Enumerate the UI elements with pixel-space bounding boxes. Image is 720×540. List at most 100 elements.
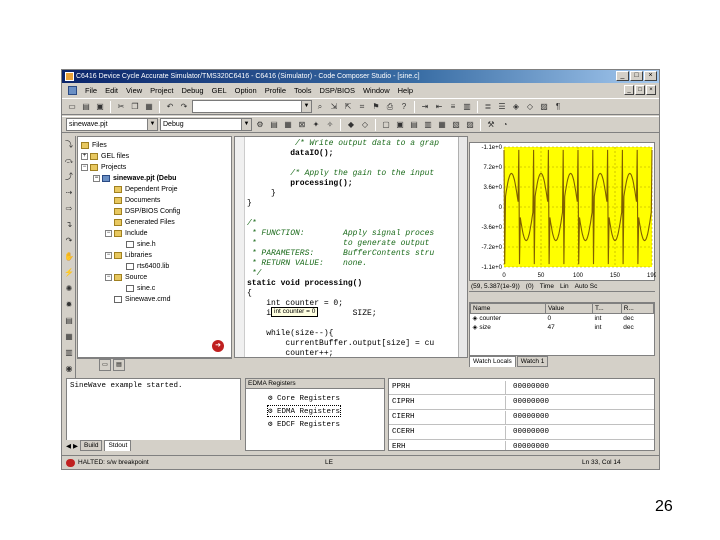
collapse-icon[interactable]: − xyxy=(93,175,100,182)
chevron-down-icon[interactable]: ▼ xyxy=(147,119,157,130)
step-into-icon[interactable]: ⤵ xyxy=(63,139,75,151)
find-in-files-icon[interactable]: ⌗ xyxy=(356,101,368,113)
menu-gel[interactable]: GEL xyxy=(208,86,231,95)
stop-build-icon[interactable]: ⊠ xyxy=(296,119,308,131)
memory-window-icon[interactable]: ▤ xyxy=(63,315,75,327)
watch-col-radix[interactable]: R... xyxy=(620,303,654,314)
mdi-minimize-button[interactable]: _ xyxy=(624,85,634,95)
tab-stdout[interactable]: Stdout xyxy=(104,440,132,451)
tree-item-edma-registers[interactable]: ⚙ EDMA Registers xyxy=(266,405,342,417)
find-icon[interactable]: ⌕ xyxy=(314,101,326,113)
tree-item[interactable]: − Include xyxy=(105,228,148,239)
scroll-left-icon[interactable]: ◀ xyxy=(66,442,71,450)
help-icon[interactable]: ? xyxy=(398,101,410,113)
menu-edit[interactable]: Edit xyxy=(101,86,122,95)
watch-value[interactable]: 47 xyxy=(545,323,592,332)
mdi-restore-button[interactable]: □ xyxy=(635,85,645,95)
tab-watch-1[interactable]: Watch 1 xyxy=(516,356,549,367)
tree-item-edcf-registers[interactable]: ⚙ EDCF Registers xyxy=(268,419,340,429)
save-icon[interactable]: ▣ xyxy=(94,101,106,113)
register-value[interactable]: 00000000 xyxy=(513,413,549,421)
menu-window[interactable]: Window xyxy=(359,86,394,95)
tree-item[interactable]: + GEL files xyxy=(81,151,129,162)
menu-project[interactable]: Project xyxy=(146,86,177,95)
register-value[interactable]: 00000000 xyxy=(513,428,549,436)
collapse-icon[interactable]: − xyxy=(81,164,88,171)
watch-radix[interactable]: dec xyxy=(621,323,653,332)
open-file-icon[interactable]: ▤ xyxy=(80,101,92,113)
code-line[interactable]: * PARAMETERS: BufferContents stru xyxy=(247,249,434,259)
print-icon[interactable]: ⎙ xyxy=(384,101,396,113)
graph-window-icon[interactable]: ▥ xyxy=(63,347,75,359)
mdi-close-button[interactable]: × xyxy=(646,85,656,95)
menu-debug[interactable]: Debug xyxy=(178,86,208,95)
menu-profile[interactable]: Profile xyxy=(261,86,290,95)
collapse-icon[interactable]: − xyxy=(105,252,112,259)
collapse-icon[interactable]: − xyxy=(105,274,112,281)
watch-col-value[interactable]: Value xyxy=(544,303,594,314)
clock-icon[interactable]: ◔ xyxy=(499,119,511,131)
code-line[interactable]: { xyxy=(247,289,252,299)
register-value[interactable]: 00000000 xyxy=(513,443,549,450)
outdent-icon[interactable]: ⇤ xyxy=(433,101,445,113)
view-stack-icon[interactable]: ▧ xyxy=(450,119,462,131)
code-line[interactable]: currentBuffer.output[size] = cu xyxy=(247,339,434,349)
copy-icon[interactable]: ❐ xyxy=(129,101,141,113)
code-line[interactable]: */ xyxy=(247,269,262,279)
expand-icon[interactable]: + xyxy=(81,153,88,160)
document-icon[interactable] xyxy=(68,86,77,95)
minimize-button[interactable]: _ xyxy=(616,71,629,81)
list-icon[interactable]: ≡ xyxy=(447,101,459,113)
file-view-tab-icon[interactable]: ▭ xyxy=(99,359,111,371)
tree-item[interactable]: − sinewave.pjt (Debu xyxy=(93,173,176,184)
animate-icon[interactable]: ✺ xyxy=(63,283,75,295)
maximize-button[interactable]: □ xyxy=(630,71,643,81)
menu-tools[interactable]: Tools xyxy=(290,86,316,95)
format-icon[interactable]: ▨ xyxy=(538,101,550,113)
run-to-cursor-icon[interactable]: ⇢ xyxy=(63,187,75,199)
code-line[interactable]: * RETURN VALUE: none. xyxy=(247,259,367,269)
tree-item[interactable]: − Source xyxy=(105,272,147,283)
tree-item[interactable]: Sinewave.cmd xyxy=(114,294,171,305)
set-pc-icon[interactable]: ⇨ xyxy=(63,203,75,215)
watch-col-name[interactable]: Name xyxy=(470,303,546,314)
collapse-icon[interactable]: − xyxy=(105,230,112,237)
code-line[interactable]: } xyxy=(247,199,252,209)
columns-icon[interactable]: ▥ xyxy=(461,101,473,113)
remove-breakpoints-icon[interactable]: ✧ xyxy=(324,119,336,131)
bookmark-icon[interactable]: ⚑ xyxy=(370,101,382,113)
step-over-icon[interactable]: ⤼ xyxy=(63,155,75,167)
remove-probes-icon[interactable]: ◇ xyxy=(359,119,371,131)
toggle-bookmark-icon[interactable]: ◈ xyxy=(510,101,522,113)
toggle-breakpoint-icon[interactable]: ✦ xyxy=(310,119,322,131)
code-line[interactable]: /* xyxy=(247,219,257,229)
asm-step-into-icon[interactable]: ↴ xyxy=(63,219,75,231)
tree-item[interactable]: Generated Files xyxy=(114,217,175,228)
build-config-combo[interactable]: Debug ▼ xyxy=(160,118,252,131)
step-out-icon[interactable]: ⤴ xyxy=(63,171,75,183)
bookmark-view-tab-icon[interactable]: ▤ xyxy=(113,359,125,371)
find-prev-icon[interactable]: ⇱ xyxy=(342,101,354,113)
incremental-build-icon[interactable]: ▤ xyxy=(268,119,280,131)
comment-icon[interactable]: ≣ xyxy=(482,101,494,113)
compile-icon[interactable]: ⚙ xyxy=(254,119,266,131)
code-line[interactable]: /* Write output data to a grap xyxy=(247,139,439,149)
watch-col-type[interactable]: T... xyxy=(592,303,622,314)
chevron-down-icon[interactable]: ▼ xyxy=(241,119,251,130)
tree-item[interactable]: Documents xyxy=(114,195,160,206)
menu-file[interactable]: File xyxy=(81,86,101,95)
menu-help[interactable]: Help xyxy=(394,86,417,95)
watch-value[interactable]: 0 xyxy=(545,314,592,323)
view-watch-icon[interactable]: ▦ xyxy=(436,119,448,131)
indent-icon[interactable]: ⇥ xyxy=(419,101,431,113)
register-row[interactable]: ERH 00000000 xyxy=(389,441,654,450)
run-icon[interactable]: ⚡ xyxy=(63,267,75,279)
tree-item[interactable]: − Projects xyxy=(81,162,126,173)
register-value[interactable]: 00000000 xyxy=(513,398,549,406)
watch-radix[interactable]: dec xyxy=(621,314,653,323)
watch-row[interactable]: ◈ size 47 int dec xyxy=(471,323,654,332)
code-line[interactable]: } xyxy=(247,189,276,199)
watch-row[interactable]: ◈ counter 0 int dec xyxy=(471,314,654,323)
tree-item[interactable]: Files xyxy=(81,140,107,151)
watch-window-icon[interactable]: ◉ xyxy=(63,363,75,375)
